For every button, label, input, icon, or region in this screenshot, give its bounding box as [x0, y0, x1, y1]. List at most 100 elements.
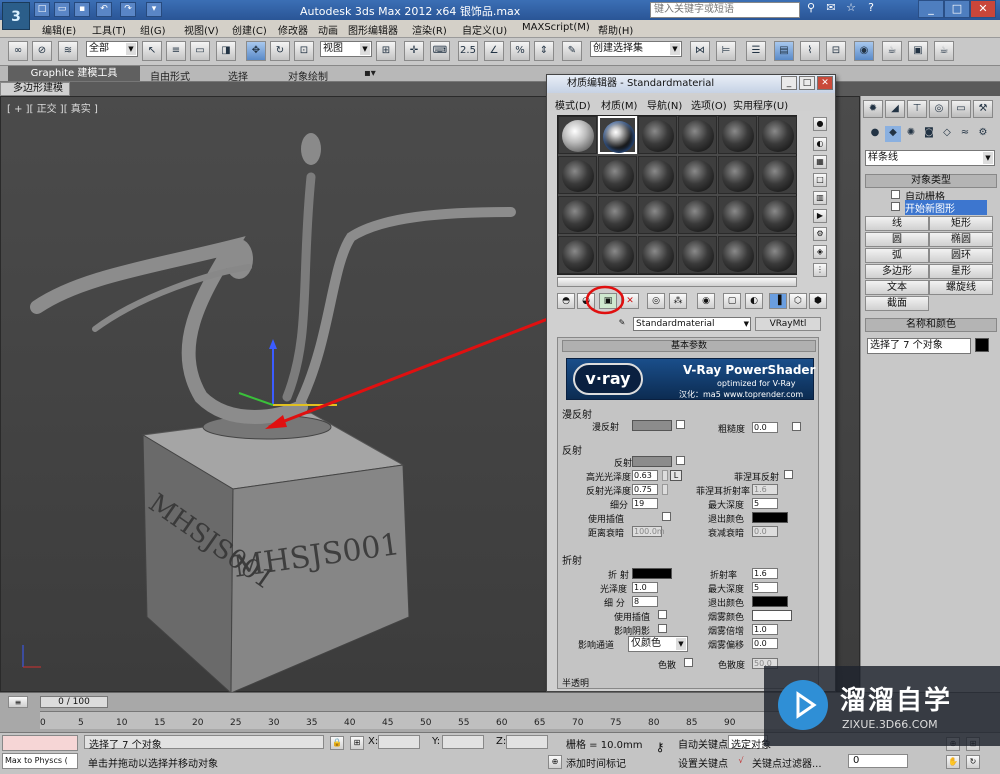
material-slot[interactable]: [678, 196, 717, 234]
ribbon-tab-graphite[interactable]: Graphite 建模工具: [8, 66, 140, 81]
menu-customize[interactable]: 自定义(U): [462, 22, 507, 37]
reflect-map-button[interactable]: [676, 456, 685, 465]
material-slot[interactable]: [718, 236, 757, 274]
shapes-icon[interactable]: ◆: [885, 126, 901, 142]
donut-button[interactable]: 圆环: [929, 248, 993, 263]
affect-shadows-checkbox[interactable]: [658, 624, 667, 633]
reflect-color-swatch[interactable]: [632, 456, 672, 467]
backlight-icon[interactable]: ◐: [813, 137, 827, 151]
redo-icon[interactable]: ↷: [120, 2, 136, 17]
material-type-button[interactable]: VRayMtl: [755, 317, 821, 331]
material-slot[interactable]: [718, 116, 757, 154]
window-crossing-icon[interactable]: ◨: [216, 41, 236, 61]
track-bar[interactable]: 0 5 10 15 20 25 30 35 40 45 50 55 60 65 …: [40, 711, 800, 729]
fog-mult-input[interactable]: 1.0: [752, 624, 778, 635]
render-production-icon[interactable]: ☕: [934, 41, 954, 61]
create-tab-icon[interactable]: ✹: [863, 100, 883, 118]
fog-color-swatch[interactable]: [752, 610, 792, 621]
utilities-tab-icon[interactable]: ⚒: [973, 100, 993, 118]
copy-material-icon[interactable]: ◎: [647, 293, 665, 309]
material-editor-icon[interactable]: ◉: [854, 41, 874, 61]
close-button[interactable]: ✕: [970, 0, 996, 18]
line-button[interactable]: 线: [865, 216, 929, 231]
lights-icon[interactable]: ✺: [903, 126, 919, 142]
bind-spacewarp-icon[interactable]: ≋: [58, 41, 78, 61]
object-name-field[interactable]: 选择了 7 个对象: [867, 338, 971, 354]
material-id-icon[interactable]: ▢: [723, 293, 741, 309]
menu-animation[interactable]: 动画: [318, 22, 338, 37]
make-preview-icon[interactable]: ▶: [813, 209, 827, 223]
star-button[interactable]: 星形: [929, 264, 993, 279]
video-color-check-icon[interactable]: ▥: [813, 191, 827, 205]
mated-menu-options[interactable]: 选项(O): [691, 97, 727, 112]
refract-color-swatch[interactable]: [632, 568, 672, 579]
reference-coord-dropdown[interactable]: 视图 ▼: [320, 41, 372, 57]
go-sibling-icon[interactable]: ⬢: [809, 293, 827, 309]
mini-curve-editor-icon[interactable]: ≡: [8, 696, 28, 708]
graphite-toggle-icon[interactable]: ▤: [774, 41, 794, 61]
snap-toggle-icon[interactable]: 2.5: [458, 41, 478, 61]
material-slot[interactable]: [758, 116, 797, 154]
material-slot[interactable]: [598, 156, 637, 194]
diffuse-color-swatch[interactable]: [632, 420, 672, 431]
favorites-icon[interactable]: ☆: [842, 1, 860, 18]
object-type-rollout[interactable]: 对象类型: [865, 174, 997, 188]
time-slider[interactable]: 0 / 100: [40, 696, 108, 708]
minimize-button[interactable]: _: [918, 0, 944, 18]
circle-button[interactable]: 圆: [865, 232, 929, 247]
refl-max-depth-input[interactable]: 5: [752, 498, 778, 509]
select-move-icon[interactable]: ✥: [246, 41, 266, 61]
fog-bias-input[interactable]: 0.0: [752, 638, 778, 649]
select-object-icon[interactable]: ↖: [142, 41, 162, 61]
menu-tools[interactable]: 工具(T): [92, 22, 126, 37]
mated-menu-navigation[interactable]: 导航(N): [647, 97, 682, 112]
material-slot[interactable]: [758, 236, 797, 274]
menu-group[interactable]: 组(G): [140, 22, 166, 37]
options-icon[interactable]: ⚙: [813, 227, 827, 241]
show-end-result-icon[interactable]: ▐: [769, 293, 787, 309]
app-logo-icon[interactable]: 3: [2, 2, 30, 30]
maximize-button[interactable]: □: [944, 0, 970, 18]
helix-button[interactable]: 螺旋线: [929, 280, 993, 295]
dim-distance-input[interactable]: 100.0m: [632, 526, 665, 537]
key-filter-icon[interactable]: √: [734, 755, 748, 769]
affect-channels-dropdown[interactable]: 仅颜色 ▼: [628, 636, 688, 652]
menu-maxscript[interactable]: MAXScript(M): [522, 22, 590, 33]
key-mode-dropdown[interactable]: 选定对象: [728, 735, 771, 751]
maxscript-listener-top[interactable]: [2, 735, 78, 751]
percent-snap-icon[interactable]: %: [510, 41, 530, 61]
select-by-material-icon[interactable]: ◈: [813, 245, 827, 259]
object-color-swatch[interactable]: [975, 338, 989, 352]
refl-subdivs-input[interactable]: 19: [632, 498, 658, 509]
mated-minimize-button[interactable]: _: [781, 76, 797, 90]
refr-use-interp-checkbox[interactable]: [658, 610, 667, 619]
keyboard-shortcut-icon[interactable]: ⌨: [430, 41, 450, 61]
refr-max-depth-input[interactable]: 5: [752, 582, 778, 593]
ior-input[interactable]: 1.6: [752, 568, 778, 579]
quick-access-dropdown-icon[interactable]: ▾: [146, 2, 162, 17]
name-color-rollout[interactable]: 名称和颜色: [865, 318, 997, 332]
display-tab-icon[interactable]: ▭: [951, 100, 971, 118]
material-slot[interactable]: [678, 156, 717, 194]
cameras-icon[interactable]: ◙: [921, 126, 937, 142]
align-icon[interactable]: ⊨: [716, 41, 736, 61]
x-coord-field[interactable]: [378, 735, 420, 749]
material-slot[interactable]: [558, 196, 597, 234]
edit-named-selection-icon[interactable]: ✎: [562, 41, 582, 61]
refl-gloss-input[interactable]: 0.75: [632, 484, 658, 495]
menu-graph-editors[interactable]: 图形编辑器: [348, 22, 398, 37]
make-unique-icon[interactable]: ⁂: [669, 293, 687, 309]
material-slot[interactable]: [638, 196, 677, 234]
material-slot[interactable]: [638, 236, 677, 274]
start-new-shape-button[interactable]: 开始新图形: [905, 200, 987, 215]
y-coord-field[interactable]: [442, 735, 484, 749]
gizmo-y-axis[interactable]: [238, 392, 274, 406]
z-coord-field[interactable]: [506, 735, 548, 749]
layer-manager-icon[interactable]: ☰: [746, 41, 766, 61]
save-file-icon[interactable]: ▪: [74, 2, 90, 17]
get-material-icon[interactable]: ◓: [557, 293, 575, 309]
menu-help[interactable]: 帮助(H): [598, 22, 633, 37]
roughness-input[interactable]: 0.0: [752, 422, 778, 433]
motion-tab-icon[interactable]: ◎: [929, 100, 949, 118]
section-button[interactable]: 截面: [865, 296, 929, 311]
